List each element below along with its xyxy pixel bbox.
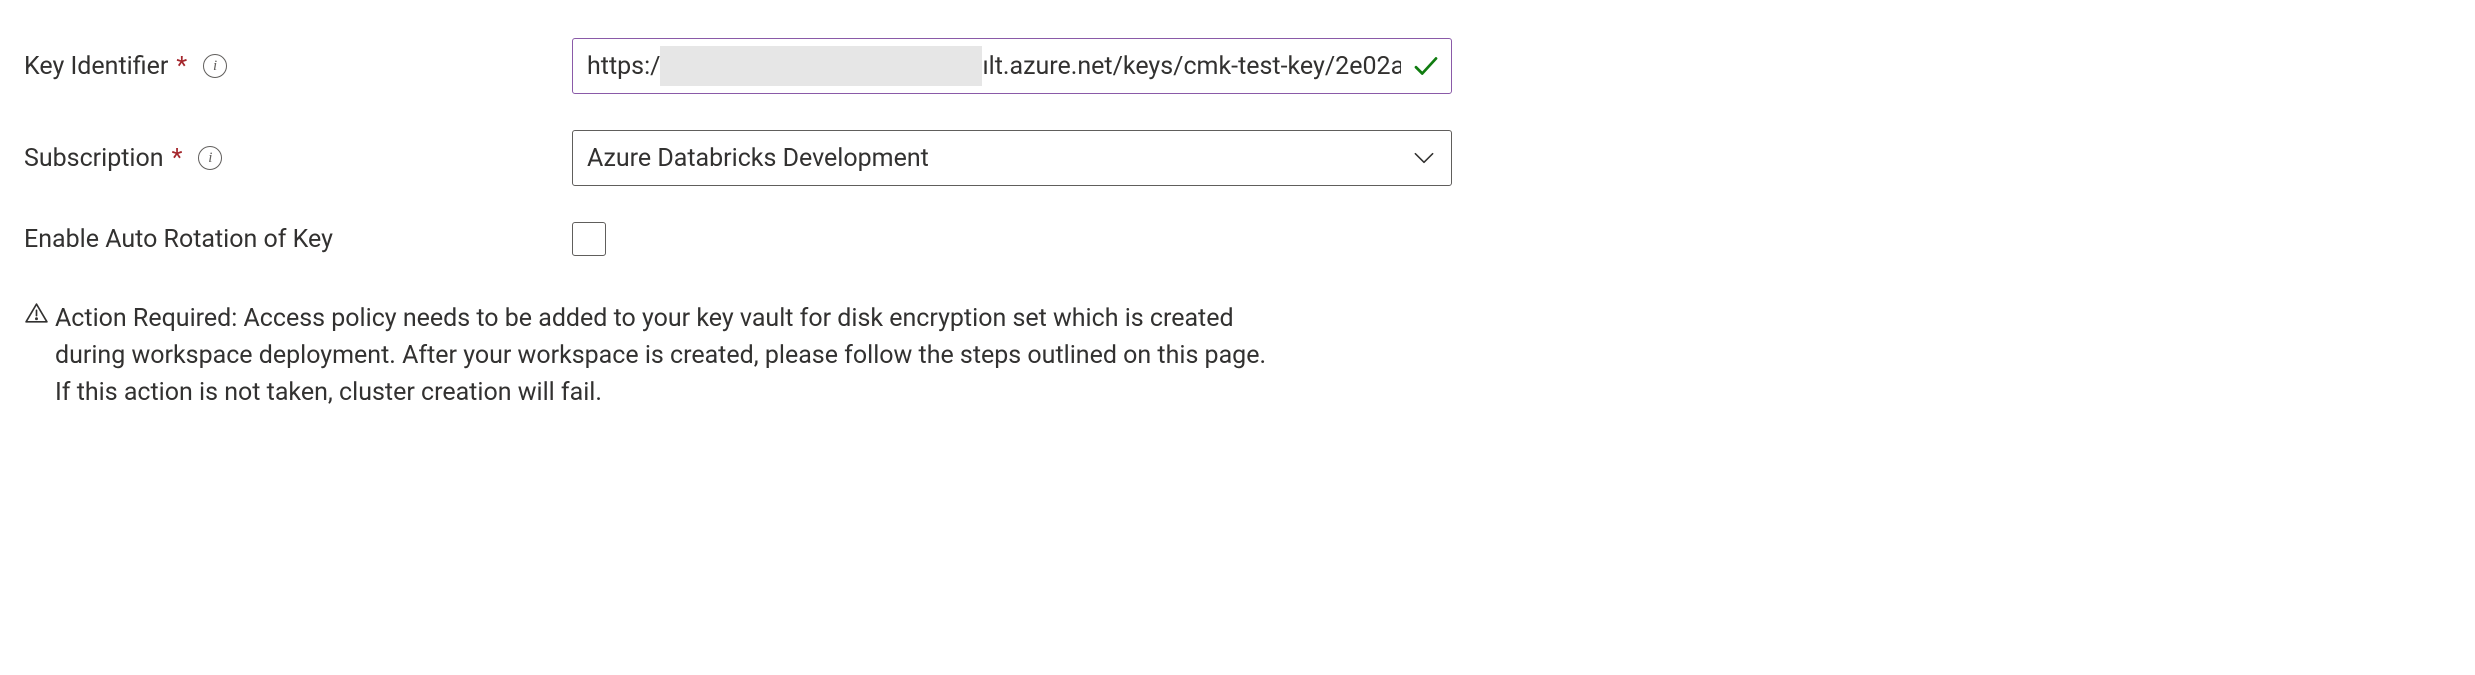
key-identifier-control: https:/ ılt.azure.net/keys/cmk-test-key/… — [572, 38, 1452, 94]
subscription-value: Azure Databricks Development — [587, 144, 929, 173]
subscription-label-group: Subscription * i — [24, 144, 572, 173]
key-identifier-label: Key Identifier — [24, 52, 168, 81]
chevron-down-icon — [1411, 145, 1437, 171]
encryption-form-section: Key Identifier * i https:/ ılt.azure.net… — [0, 0, 2475, 435]
auto-rotation-label-group: Enable Auto Rotation of Key — [24, 225, 572, 254]
subscription-select[interactable]: Azure Databricks Development — [572, 130, 1452, 186]
action-required-text: Action Required: Access policy needs to … — [55, 300, 1282, 411]
subscription-label: Subscription — [24, 144, 164, 173]
subscription-row: Subscription * i Azure Databricks Develo… — [24, 130, 2451, 186]
subscription-control: Azure Databricks Development — [572, 130, 1452, 186]
info-icon[interactable]: i — [203, 54, 227, 78]
action-required-notice: Action Required: Access policy needs to … — [24, 300, 1282, 411]
key-identifier-value-suffix: ılt.azure.net/keys/cmk-test-key/2e02ad6… — [982, 52, 1401, 81]
warning-icon — [24, 301, 49, 326]
validation-check-icon — [1411, 51, 1441, 81]
auto-rotation-checkbox[interactable] — [572, 222, 606, 256]
auto-rotation-row: Enable Auto Rotation of Key — [24, 222, 2451, 256]
key-identifier-redacted-segment — [660, 46, 982, 86]
key-identifier-input[interactable]: https:/ ılt.azure.net/keys/cmk-test-key/… — [572, 38, 1452, 94]
info-icon[interactable]: i — [198, 146, 222, 170]
required-asterisk: * — [176, 52, 187, 81]
key-identifier-value-prefix: https:/ — [587, 52, 660, 81]
required-asterisk: * — [172, 144, 183, 173]
key-identifier-row: Key Identifier * i https:/ ılt.azure.net… — [24, 38, 2451, 94]
key-identifier-label-group: Key Identifier * i — [24, 52, 572, 81]
auto-rotation-label: Enable Auto Rotation of Key — [24, 225, 333, 254]
auto-rotation-control — [572, 222, 1452, 256]
